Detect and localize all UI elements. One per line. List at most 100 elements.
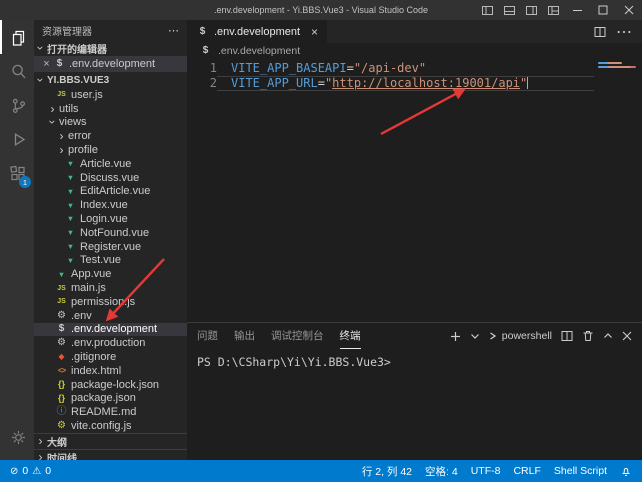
url-link[interactable]: http://localhost:19001/api (332, 76, 520, 90)
settings-gear-icon[interactable] (0, 420, 34, 454)
language-mode[interactable]: Shell Script (554, 465, 607, 477)
file-name: .env (71, 310, 92, 322)
shell-icon: $ (199, 46, 212, 56)
chevron-down-icon: › (35, 74, 47, 87)
tree-item-NotFound.vue[interactable]: ▼NotFound.vue (34, 226, 187, 240)
close-icon[interactable]: × (40, 58, 53, 70)
panel-tab-输出[interactable]: 输出 (234, 323, 255, 349)
tree-item-Login.vue[interactable]: ▼Login.vue (34, 212, 187, 226)
terminal-content[interactable]: PS D:\CSharp\Yi\Yi.BBS.Vue3> (187, 349, 642, 460)
file-name: Index.vue (80, 199, 128, 211)
customize-layout-icon[interactable] (542, 0, 564, 20)
split-terminal-icon[interactable] (561, 330, 573, 342)
encoding[interactable]: UTF-8 (471, 465, 501, 477)
minimize-button[interactable] (564, 0, 590, 20)
close-window-button[interactable] (616, 0, 642, 20)
cursor-position[interactable]: 行 2, 列 42 (362, 464, 412, 479)
extensions-icon[interactable]: 1 (0, 156, 34, 190)
source-control-icon[interactable] (0, 88, 34, 122)
search-icon[interactable] (0, 54, 34, 88)
project-label: YI.BBS.VUE3 (47, 75, 109, 86)
tree-item-Register.vue[interactable]: ▼Register.vue (34, 240, 187, 254)
breadcrumb[interactable]: $ .env.development (187, 43, 642, 59)
tree-item-EditArticle.vue[interactable]: ▼EditArticle.vue (34, 185, 187, 199)
tree-item-.env.production[interactable]: ⚙.env.production (34, 336, 187, 350)
more-actions-icon[interactable]: ⋯ (168, 24, 179, 37)
minimap[interactable] (594, 61, 642, 324)
tree-item-package-lock.json[interactable]: {}package-lock.json (34, 378, 187, 392)
tree-item-utils[interactable]: ›utils (34, 102, 187, 116)
terminal-shell-selector[interactable]: powershell (489, 330, 552, 342)
file-tree: JSuser.js›utils›views›error›profile▼Arti… (34, 88, 187, 433)
panel-tab-问题[interactable]: 问题 (197, 323, 218, 349)
sidebar-title: 资源管理器 (42, 23, 92, 38)
vue-icon: ▼ (64, 215, 77, 223)
tab-label: .env.development (214, 26, 300, 38)
tree-item-.env[interactable]: ⚙.env (34, 309, 187, 323)
code-line-1[interactable]: 1VITE_APP_BASEAPI="/api-dev" (187, 61, 594, 76)
tree-item-views[interactable]: ›views (34, 116, 187, 130)
maximize-panel-icon[interactable] (603, 332, 613, 340)
tree-item-vite.config.js[interactable]: ⚙vite.config.js (34, 419, 187, 433)
close-panel-icon[interactable] (622, 331, 632, 341)
panel-tab-终端[interactable]: 终端 (340, 323, 361, 349)
split-editor-icon[interactable] (594, 26, 606, 38)
code-editor[interactable]: 1VITE_APP_BASEAPI="/api-dev"2VITE_APP_UR… (187, 59, 642, 322)
explorer-icon[interactable] (0, 20, 34, 54)
tree-item-Discuss.vue[interactable]: ▼Discuss.vue (34, 171, 187, 185)
tab-env-development[interactable]: $ .env.development × (187, 20, 327, 43)
indentation[interactable]: 空格: 4 (425, 464, 458, 479)
notifications-bell-icon[interactable] (620, 465, 632, 477)
maximize-button[interactable] (590, 0, 616, 20)
new-terminal-icon[interactable] (450, 331, 461, 342)
eol[interactable]: CRLF (513, 465, 540, 477)
line-content: VITE_APP_BASEAPI="/api-dev" (217, 61, 594, 76)
problems-status[interactable]: ⊘ 0 ⚠ 0 (10, 465, 51, 477)
file-name: App.vue (71, 268, 111, 280)
shell-icon: $ (196, 27, 209, 37)
file-name: package-lock.json (71, 379, 159, 391)
js-icon: JS (55, 285, 68, 292)
chevron-down-icon[interactable] (470, 332, 480, 340)
tree-item-Index.vue[interactable]: ▼Index.vue (34, 198, 187, 212)
tree-item-main.js[interactable]: JSmain.js (34, 281, 187, 295)
tree-item-Article.vue[interactable]: ▼Article.vue (34, 157, 187, 171)
json-icon: {} (55, 394, 68, 403)
tree-item-user.js[interactable]: JSuser.js (34, 88, 187, 102)
vue-icon: ▼ (64, 174, 77, 182)
js-icon: JS (55, 91, 68, 98)
run-and-debug-icon[interactable] (0, 122, 34, 156)
tree-item-.gitignore[interactable]: ◆.gitignore (34, 350, 187, 364)
tree-item-.env.development[interactable]: $.env.development (34, 323, 187, 337)
tree-item-package.json[interactable]: {}package.json (34, 392, 187, 406)
tree-item-profile[interactable]: ›profile (34, 143, 187, 157)
vue-icon: ▼ (64, 202, 77, 210)
file-name: index.html (71, 365, 121, 377)
code-line-2[interactable]: 2VITE_APP_URL="http://localhost:19001/ap… (187, 76, 594, 91)
kill-terminal-trash-icon[interactable] (582, 330, 594, 342)
panel-tab-调试控制台[interactable]: 调试控制台 (271, 323, 324, 349)
close-icon[interactable]: × (311, 25, 318, 39)
tree-item-Test.vue[interactable]: ▼Test.vue (34, 254, 187, 268)
open-editor-item[interactable]: × $ .env.development (34, 56, 187, 72)
toggle-panel-icon[interactable] (498, 0, 520, 20)
tab-bar: $ .env.development × ⋯ (187, 20, 642, 43)
file-name: Discuss.vue (80, 172, 139, 184)
more-actions-icon[interactable]: ⋯ (616, 22, 632, 42)
toggle-secondary-sidebar-icon[interactable] (520, 0, 542, 20)
project-section[interactable]: › YI.BBS.VUE3 (34, 72, 187, 88)
line-number: 2 (187, 76, 217, 91)
tree-item-README.md[interactable]: ⓘREADME.md (34, 405, 187, 419)
tree-item-index.html[interactable]: <>index.html (34, 364, 187, 378)
file-name: Login.vue (80, 213, 128, 225)
open-editors-section[interactable]: › 打开的编辑器 (34, 40, 187, 56)
file-name: main.js (71, 282, 106, 294)
tree-item-permission.js[interactable]: JSpermission.js (34, 295, 187, 309)
file-name: package.json (71, 392, 136, 404)
tree-item-error[interactable]: ›error (34, 129, 187, 143)
tree-item-App.vue[interactable]: ▼App.vue (34, 267, 187, 281)
toggle-sidebar-icon[interactable] (476, 0, 498, 20)
gear-yellow-icon: ⚙ (55, 421, 68, 431)
gear-icon: ⚙ (55, 338, 68, 348)
outline-section[interactable]: › 大纲 (34, 433, 187, 449)
